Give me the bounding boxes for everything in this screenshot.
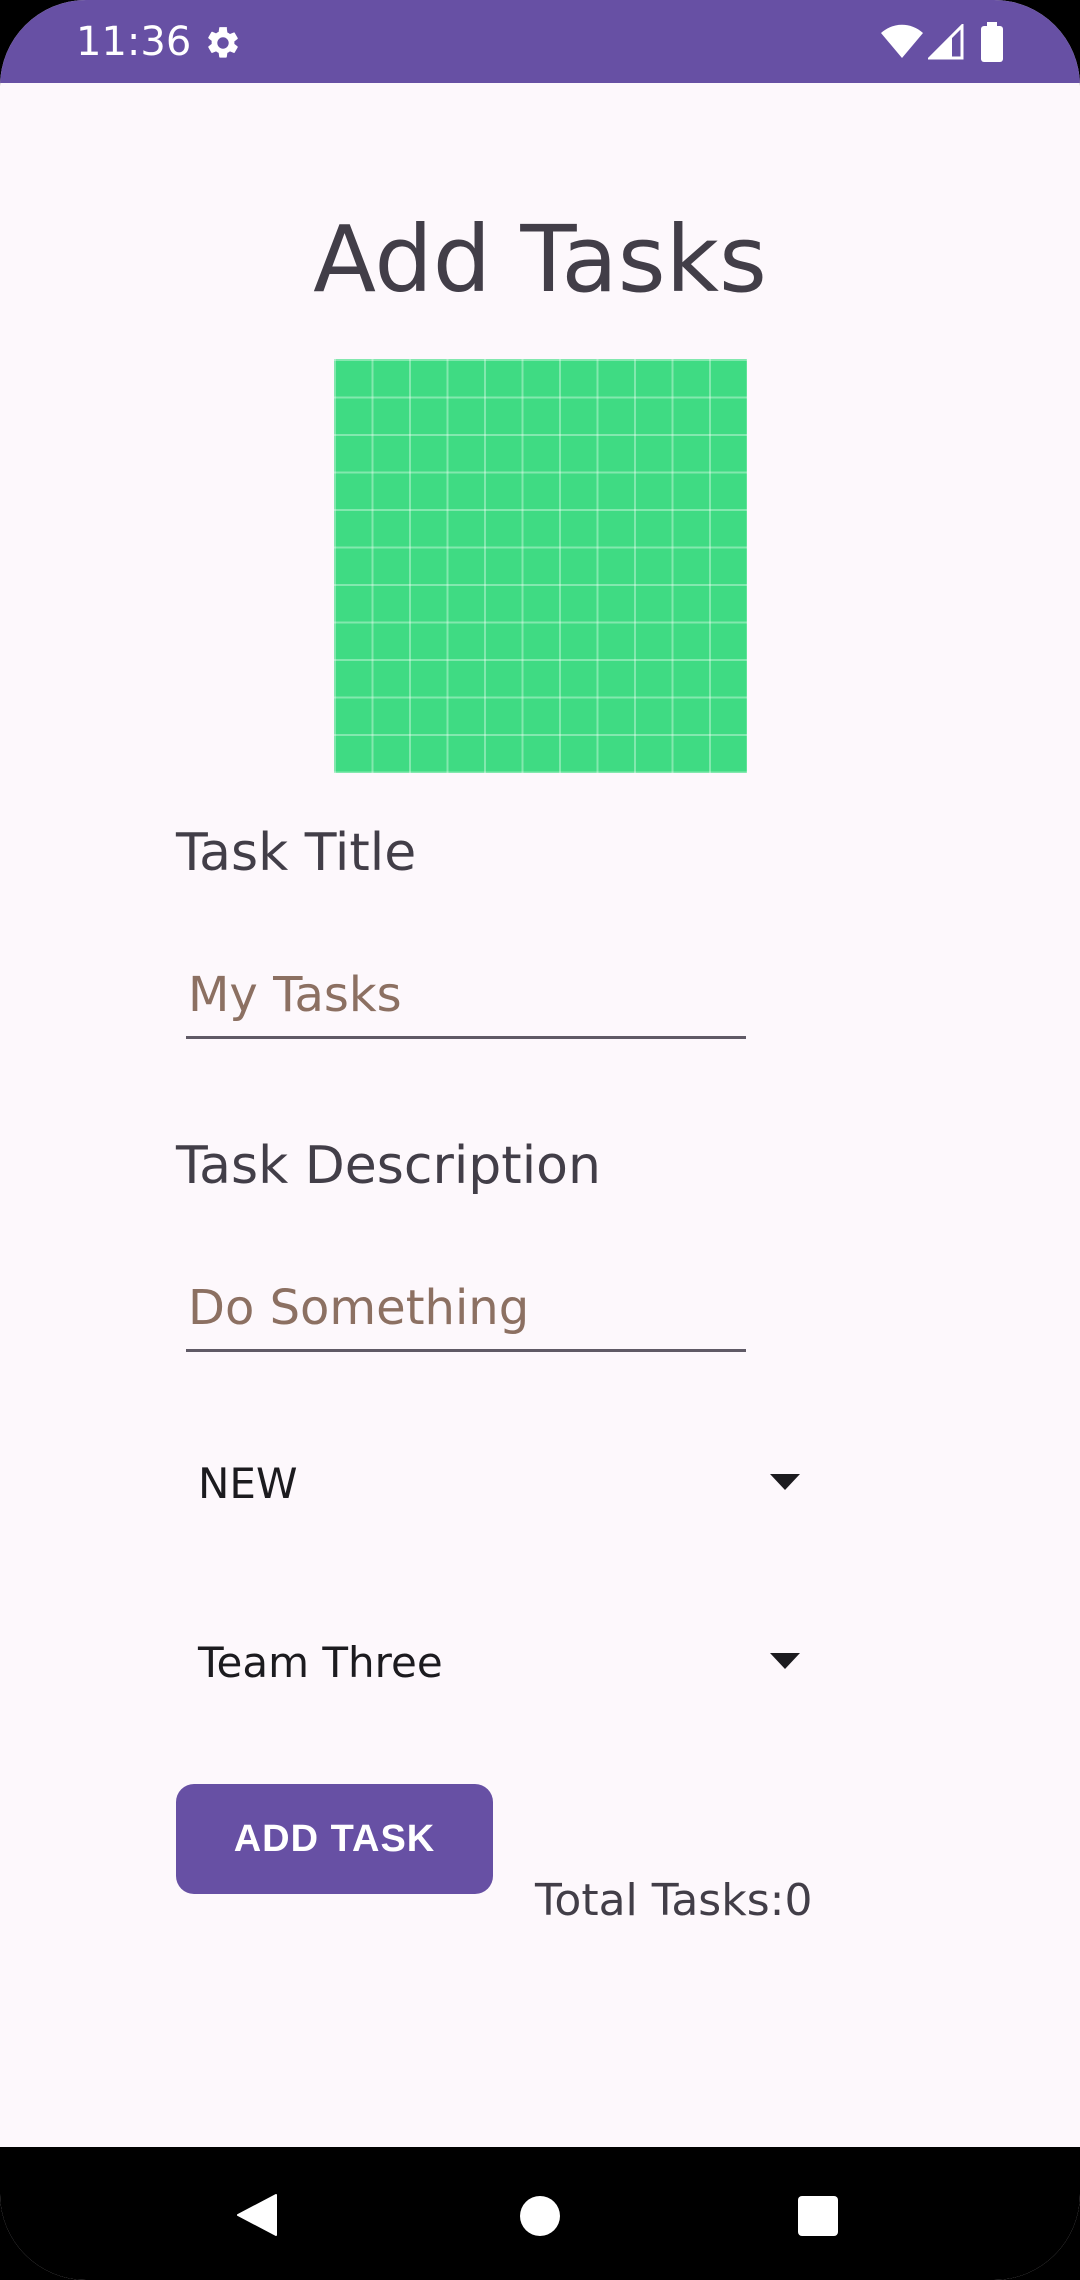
total-tasks-text: Total Tasks:0 — [535, 1875, 813, 1926]
team-spinner-value: Team Three — [198, 1638, 443, 1687]
chevron-down-icon — [770, 1474, 800, 1490]
status-spinner-value: NEW — [198, 1459, 298, 1508]
task-title-field[interactable]: My Tasks — [186, 964, 746, 1039]
recents-icon[interactable] — [797, 2196, 839, 2236]
add-task-button[interactable]: ADD TASK — [176, 1784, 493, 1894]
battery-icon — [981, 22, 1003, 62]
home-icon[interactable] — [519, 2195, 561, 2237]
chevron-down-icon — [770, 1653, 800, 1669]
task-image — [334, 359, 747, 773]
team-spinner[interactable]: Team Three — [176, 1619, 816, 1709]
page-title: Add Tasks — [313, 206, 767, 313]
task-description-field[interactable]: Do Something — [186, 1277, 746, 1352]
task-title-label: Task Title — [176, 823, 417, 883]
task-description-value: Do Something — [188, 1280, 530, 1336]
navigation-bar — [0, 2147, 1080, 2280]
signal-icon — [928, 24, 964, 60]
gear-icon — [208, 27, 238, 58]
status-bar: 11:36 — [0, 0, 1080, 83]
task-description-label: Task Description — [176, 1136, 601, 1196]
wifi-icon — [881, 24, 923, 58]
status-time: 11:36 — [76, 19, 192, 65]
task-title-value: My Tasks — [188, 967, 402, 1023]
back-icon[interactable] — [236, 2193, 280, 2237]
app-screen: 11:36 Add Tasks Task Title My Tasks Task… — [0, 0, 1080, 2280]
status-spinner[interactable]: NEW — [176, 1440, 816, 1530]
